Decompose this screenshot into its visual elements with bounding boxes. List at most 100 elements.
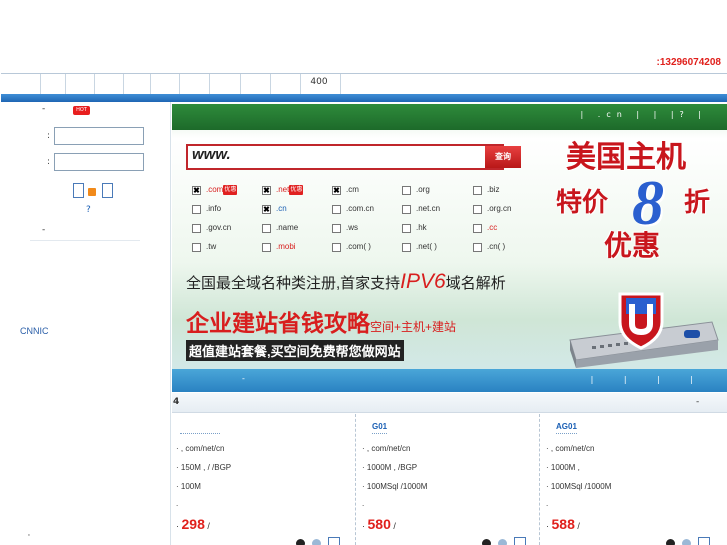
domain-option[interactable]: .com.cn xyxy=(332,204,402,216)
domain-label: .cn xyxy=(276,204,287,213)
product-title[interactable]: G01 xyxy=(372,422,388,434)
promo-title: 美国主机 xyxy=(566,141,686,174)
nav-item[interactable] xyxy=(180,74,210,94)
contact-phone: :13296074208 xyxy=(656,57,721,68)
domain-option[interactable]: .com( ) xyxy=(332,242,402,254)
product-feature: · , com/net/cn xyxy=(362,444,411,453)
domain-checkbox[interactable] xyxy=(402,242,411,252)
nav-item[interactable] xyxy=(271,74,301,94)
domain-checkbox[interactable] xyxy=(262,223,271,233)
nav-item[interactable] xyxy=(151,74,180,94)
domain-checkbox[interactable]: ✖ xyxy=(332,185,341,195)
domain-checkbox[interactable] xyxy=(192,204,201,214)
domain-option[interactable]: ✖ .net优惠 xyxy=(262,185,332,197)
info-icon[interactable] xyxy=(312,539,321,545)
domain-option[interactable]: ✖ .cm xyxy=(332,185,402,197)
nav-item[interactable] xyxy=(210,74,241,94)
banner-bottom-links[interactable]: | | | | xyxy=(591,375,707,384)
domain-option[interactable]: .tw xyxy=(192,242,262,254)
domain-checkbox[interactable] xyxy=(332,204,341,214)
buy-icon[interactable] xyxy=(482,539,491,545)
info-icon[interactable] xyxy=(682,539,691,545)
domain-option[interactable]: .ws xyxy=(332,223,402,235)
domain-checkbox[interactable] xyxy=(192,242,201,252)
domain-checkbox[interactable]: ✖ xyxy=(262,204,271,214)
domain-label: .biz xyxy=(487,185,500,194)
domain-label: .hk xyxy=(416,223,427,232)
domain-option[interactable]: .biz xyxy=(473,185,543,197)
domain-checkbox[interactable]: ✖ xyxy=(192,185,201,195)
domain-checkbox[interactable] xyxy=(262,242,271,252)
sidebar-heading: - xyxy=(42,104,46,114)
domain-checkbox[interactable] xyxy=(402,204,411,214)
price-value: 298 xyxy=(181,516,205,532)
domain-checkbox[interactable] xyxy=(332,242,341,252)
domain-option[interactable]: .mobi xyxy=(262,242,332,254)
domain-option[interactable]: .name xyxy=(262,223,332,235)
domain-checkbox[interactable] xyxy=(402,223,411,233)
product-title[interactable] xyxy=(180,422,220,434)
domain-option[interactable]: ✖ .cn xyxy=(262,204,332,216)
forgot-password-link[interactable]: ? xyxy=(86,205,91,215)
domain-option[interactable]: .info xyxy=(192,204,262,216)
domain-label: .net xyxy=(276,185,290,194)
nav-item[interactable] xyxy=(95,74,124,94)
divider xyxy=(30,240,140,241)
nav-item[interactable] xyxy=(1,74,41,94)
hot-badge: HOT xyxy=(73,106,90,115)
top-nav: 400 xyxy=(1,73,727,94)
products-more[interactable]: - xyxy=(696,397,699,407)
domain-option[interactable]: .net.cn xyxy=(402,204,472,216)
domain-search-button[interactable]: 查询 xyxy=(485,146,521,168)
nav-item[interactable] xyxy=(124,74,151,94)
domain-option[interactable]: .org.cn xyxy=(473,204,543,216)
domain-label: .info xyxy=(206,204,222,213)
domain-checkbox[interactable] xyxy=(332,223,341,233)
cnnic-link[interactable]: CNNIC xyxy=(20,326,49,336)
product-title[interactable]: AG01 xyxy=(556,422,577,434)
buy-icon[interactable] xyxy=(296,539,305,545)
domain-checkbox[interactable] xyxy=(473,185,482,195)
promo-discount-a: 特价 xyxy=(556,188,609,217)
domain-checkbox[interactable] xyxy=(473,223,482,233)
domain-option[interactable]: ✖ .com优惠 xyxy=(192,185,262,197)
domain-label: .org xyxy=(416,185,430,194)
register-button[interactable] xyxy=(102,183,113,198)
compare-button[interactable] xyxy=(328,537,340,545)
compare-button[interactable] xyxy=(514,537,526,545)
domain-search-input[interactable] xyxy=(186,144,504,170)
domain-option[interactable]: .gov.cn xyxy=(192,223,262,235)
server-shield-image xyxy=(569,292,719,368)
domain-option[interactable]: .cc xyxy=(473,223,543,235)
domain-option[interactable]: .hk xyxy=(402,223,472,235)
banner-top-links[interactable]: | .cn | | |? | xyxy=(581,110,707,119)
buy-icon[interactable] xyxy=(666,539,675,545)
product-feature: · 100MSql /1000M xyxy=(546,482,612,491)
domain-checkbox[interactable] xyxy=(473,204,482,214)
domain-option[interactable]: .net( ) xyxy=(402,242,472,254)
column-divider xyxy=(539,414,540,545)
username-label: : xyxy=(47,131,51,141)
product-feature: · , com/net/cn xyxy=(176,444,225,453)
domain-option[interactable]: .cn( ) xyxy=(473,242,543,254)
domain-checkbox[interactable]: ✖ xyxy=(262,185,271,195)
slogan-ipv6: 全国最全域名种类注册,首家支持IPV6域名解析 xyxy=(186,270,506,294)
promo-badge: 优惠 xyxy=(289,185,304,195)
compare-button[interactable] xyxy=(698,537,710,545)
domain-label: .ws xyxy=(346,223,358,232)
login-button[interactable] xyxy=(73,183,84,198)
product-price: · 298 / xyxy=(176,516,210,532)
domain-label: .cn( ) xyxy=(487,242,506,251)
domain-checkbox[interactable] xyxy=(473,242,482,252)
domain-checkbox[interactable] xyxy=(402,185,411,195)
password-input[interactable] xyxy=(54,153,144,171)
rss-icon[interactable] xyxy=(88,188,96,196)
info-icon[interactable] xyxy=(498,539,507,545)
nav-item[interactable] xyxy=(241,74,271,94)
username-input[interactable] xyxy=(54,127,144,145)
nav-item[interactable] xyxy=(41,74,66,94)
nav-item[interactable] xyxy=(66,74,95,94)
domain-checkbox[interactable] xyxy=(192,223,201,233)
domain-option[interactable]: .org xyxy=(402,185,472,197)
us-hosting-promo[interactable]: 美国主机 特价 8 折 优惠 xyxy=(556,130,727,370)
